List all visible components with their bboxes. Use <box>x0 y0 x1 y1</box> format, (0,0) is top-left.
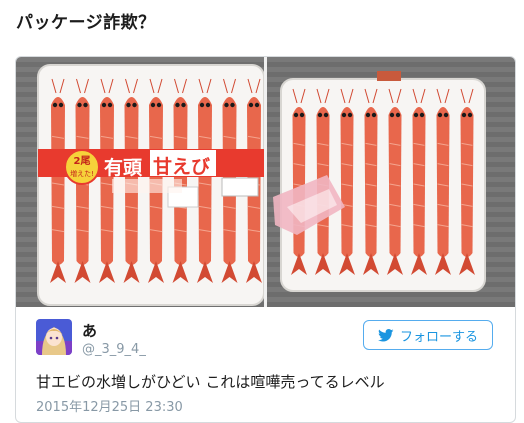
shrimp-tray-photo-right <box>267 57 515 307</box>
tweet-footer: あ @_3_9_4_ フォローする 甘エビの水増しがひどい これは喧嘩売ってるレ… <box>16 307 515 422</box>
follow-button-label: フォローする <box>399 329 478 345</box>
badge-line2: 増えた! <box>70 169 94 178</box>
tweet-timestamp[interactable]: 2015年12月25日 23:30 <box>36 396 183 415</box>
embedded-tweet-card[interactable]: 2尾 増えた! 有頭 甘えび あ @_3_9_4_ フォローする 甘エビの水増し… <box>15 56 516 423</box>
shrimp <box>197 78 213 283</box>
tweet-text: 甘エビの水増しがひどい これは喧嘩売ってるレベル <box>36 373 385 391</box>
avatar-image <box>36 319 72 355</box>
shrimp-tray-photo-left: 2尾 増えた! 有頭 甘えび <box>16 57 264 307</box>
photo-package-opened[interactable] <box>267 57 515 307</box>
follow-button[interactable]: フォローする <box>363 320 493 350</box>
brand-part1: 有頭 <box>104 156 143 179</box>
twitter-bird-icon <box>378 328 394 341</box>
user-handle[interactable]: @_3_9_4_ <box>82 342 146 357</box>
tweet-photos[interactable]: 2尾 増えた! 有頭 甘えび <box>16 57 515 307</box>
photo-package-front[interactable]: 2尾 増えた! 有頭 甘えび <box>16 57 264 307</box>
user-display-name[interactable]: あ <box>82 320 97 341</box>
brand-part2: 甘えび <box>153 156 210 178</box>
avatar[interactable] <box>36 319 72 355</box>
badge-line1: 2尾 <box>74 155 91 167</box>
headline: パッケージ詐欺？ <box>16 13 156 33</box>
shrimp <box>50 78 66 283</box>
